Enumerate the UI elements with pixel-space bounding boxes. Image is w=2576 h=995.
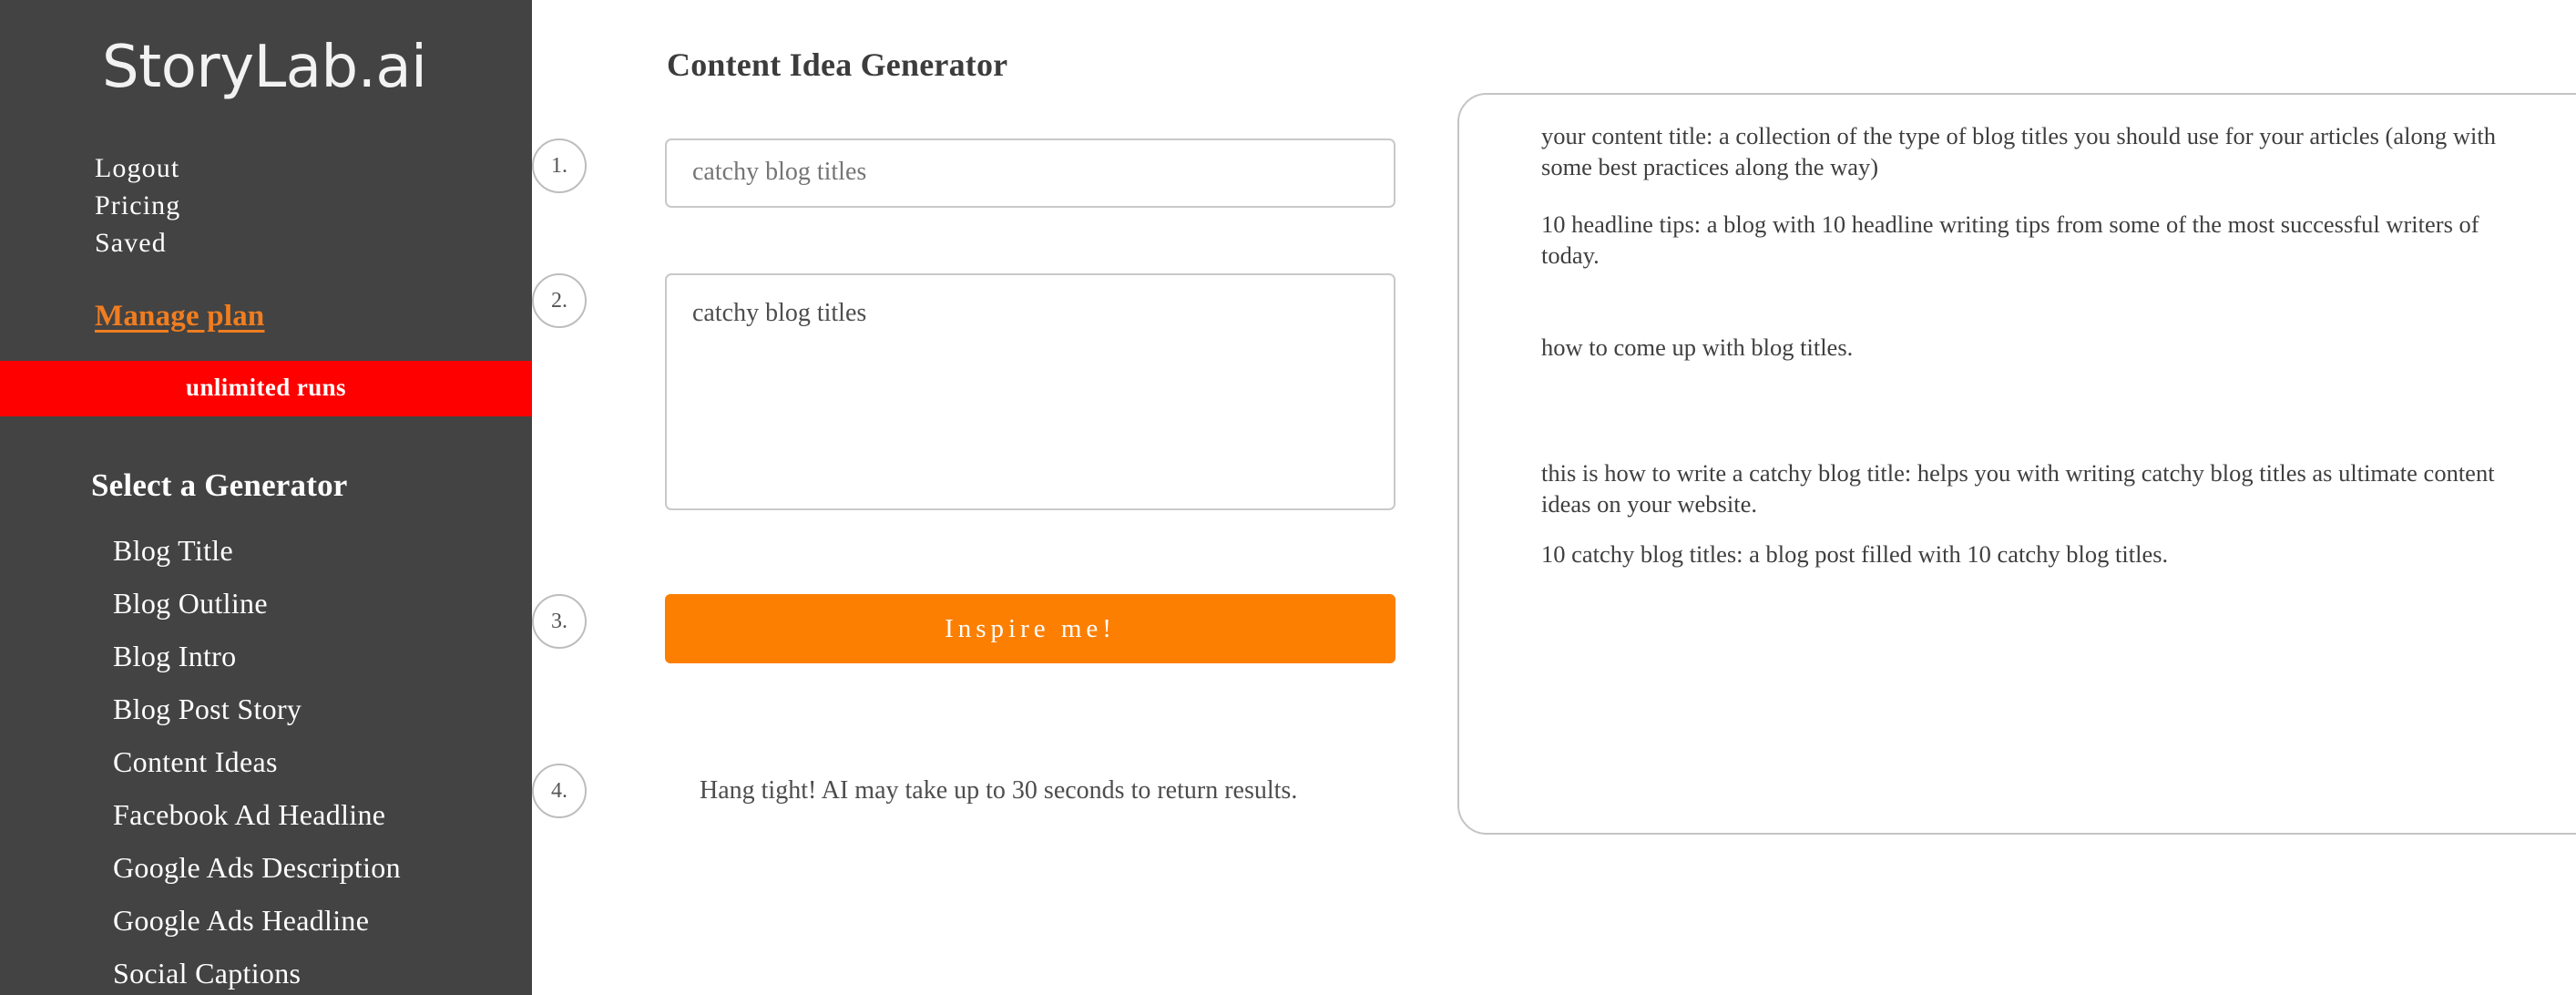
result-text: your content title: a collection of the … xyxy=(1541,122,2496,180)
brand-logo: StoryLab.ai xyxy=(102,34,427,101)
select-generator-heading: Select a Generator xyxy=(91,467,348,503)
sidebar-item-content-ideas[interactable]: Content Ideas xyxy=(113,735,532,788)
description-textarea[interactable] xyxy=(665,273,1395,510)
step-badge-3: 3. xyxy=(532,594,587,649)
result-row: your content title: a collection of the … xyxy=(1541,120,2576,182)
sidebar-item-blog-intro[interactable]: Blog Intro xyxy=(113,630,532,682)
result-row: 10 catchy blog titles: a blog post fille… xyxy=(1541,539,2576,580)
results-panel: your content title: a collection of the … xyxy=(1457,93,2576,835)
result-text: 10 headline tips: a blog with 10 headlin… xyxy=(1541,210,2479,269)
sidebar-item-blog-title[interactable]: Blog Title xyxy=(113,524,532,577)
unlimited-runs-banner[interactable]: unlimited runs xyxy=(0,360,532,416)
step-badge-1: 1. xyxy=(532,138,587,193)
step-row-1: 1. xyxy=(532,138,1395,208)
sidebar-item-facebook-ad-headline[interactable]: Facebook Ad Headline xyxy=(113,788,532,841)
manage-plan-wrapper: Manage plan xyxy=(0,300,532,333)
page-title: Content Idea Generator xyxy=(667,46,1008,83)
result-row: how to come up with blog titles. ✖ xyxy=(1541,332,2576,374)
sidebar-item-social-captions[interactable]: Social Captions xyxy=(113,947,532,995)
result-text: how to come up with blog titles. xyxy=(1541,333,1854,361)
sidebar-item-google-ads-description[interactable]: Google Ads Description xyxy=(113,841,532,894)
step-row-4: 4. Hang tight! AI may take up to 30 seco… xyxy=(532,764,1297,818)
status-message: Hang tight! AI may take up to 30 seconds… xyxy=(700,776,1298,805)
sidebar-link-saved[interactable]: Saved xyxy=(95,224,532,262)
keyword-input[interactable] xyxy=(665,138,1395,208)
step-badge-2: 2. xyxy=(532,273,587,328)
generator-list: Blog Title Blog Outline Blog Intro Blog … xyxy=(0,524,532,995)
step-row-3: 3. Inspire me! xyxy=(532,594,1395,663)
step-row-2: 2. xyxy=(532,273,1395,510)
sidebar-item-blog-outline[interactable]: Blog Outline xyxy=(113,577,532,630)
result-text: 10 catchy blog titles: a blog post fille… xyxy=(1541,540,2169,568)
result-row: this is how to write a catchy blog title… xyxy=(1541,457,2576,519)
inspire-me-button[interactable]: Inspire me! xyxy=(665,594,1395,663)
result-row: 10 headline tips: a blog with 10 headlin… xyxy=(1541,209,2576,271)
sidebar-item-google-ads-headline[interactable]: Google Ads Headline xyxy=(113,894,532,947)
manage-plan-link[interactable]: Manage plan xyxy=(95,300,264,333)
sidebar-link-pricing[interactable]: Pricing xyxy=(95,187,532,224)
step-badge-4: 4. xyxy=(532,764,587,818)
account-links: Logout Pricing Saved xyxy=(0,149,532,262)
result-text: this is how to write a catchy blog title… xyxy=(1541,459,2495,518)
generator-form-column: Content Idea Generator 1. 2. 3. Inspire … xyxy=(532,0,1457,995)
sidebar-link-logout[interactable]: Logout xyxy=(95,149,532,187)
sidebar: StoryLab.ai Logout Pricing Saved Manage … xyxy=(0,0,532,995)
sidebar-item-blog-post-story[interactable]: Blog Post Story xyxy=(113,682,532,735)
